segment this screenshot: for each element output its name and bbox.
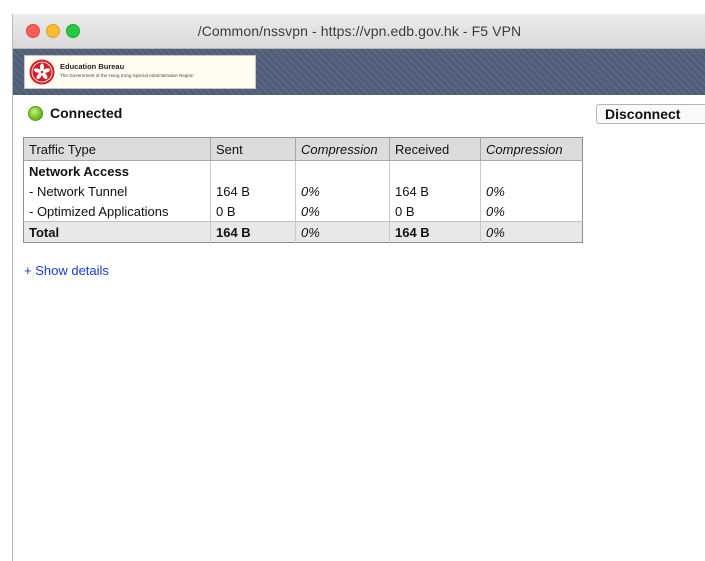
col-received-compression: Compression: [480, 137, 583, 161]
col-sent: Sent: [210, 137, 296, 161]
col-received: Received: [389, 137, 481, 161]
status-label: Connected: [50, 105, 123, 121]
traffic-table: Traffic Type Sent Compression Received C…: [23, 137, 583, 243]
total-label: Total: [23, 221, 211, 243]
row-sent-compression: 0%: [295, 181, 390, 201]
row-type: - Network Tunnel: [23, 181, 211, 201]
category-label: Network Access: [23, 160, 211, 181]
row-received-compression: 0%: [486, 203, 505, 219]
table-header-row: Traffic Type Sent Compression Received C…: [23, 137, 583, 161]
disconnect-button[interactable]: Disconnect: [596, 104, 705, 124]
total-sent-compression: 0%: [295, 221, 390, 243]
total-sent: 164 B: [210, 221, 296, 243]
table-category-row: Network Access: [23, 160, 583, 181]
total-received: 164 B: [389, 221, 481, 243]
table-total-row: Total 164 B 0% 164 B 0%: [23, 221, 583, 243]
vpn-window: /Common/nssvpn - https://vpn.edb.gov.hk …: [12, 14, 705, 561]
row-received-compression: 0%: [486, 183, 505, 199]
title-bar[interactable]: /Common/nssvpn - https://vpn.edb.gov.hk …: [13, 14, 705, 49]
show-details-link[interactable]: + Show details: [24, 263, 109, 278]
connected-indicator-icon: [28, 106, 43, 121]
row-type: - Optimized Applications: [23, 201, 211, 222]
education-bureau-logo: Education Bureau The Government of the H…: [24, 55, 256, 89]
row-received: 0 B: [389, 201, 481, 222]
table-row: - Optimized Applications 0 B 0% 0 B 0%: [23, 201, 583, 222]
row-sent: 0 B: [210, 201, 296, 222]
hksar-bauhinia-emblem-icon: [29, 59, 55, 85]
row-received: 164 B: [389, 181, 481, 201]
row-sent: 164 B: [210, 181, 296, 201]
org-subtitle: The Government of the Hong Kong Special …: [60, 73, 194, 78]
org-name: Education Bureau: [60, 62, 125, 71]
window-title: /Common/nssvpn - https://vpn.edb.gov.hk …: [197, 23, 522, 39]
col-traffic-type: Traffic Type: [23, 137, 211, 161]
total-received-compression: 0%: [480, 221, 583, 243]
header-banner: Education Bureau The Government of the H…: [13, 49, 705, 95]
row-sent-compression: 0%: [295, 201, 390, 222]
col-sent-compression: Compression: [295, 137, 390, 161]
table-row: - Network Tunnel 164 B 0% 164 B 0%: [23, 181, 583, 201]
